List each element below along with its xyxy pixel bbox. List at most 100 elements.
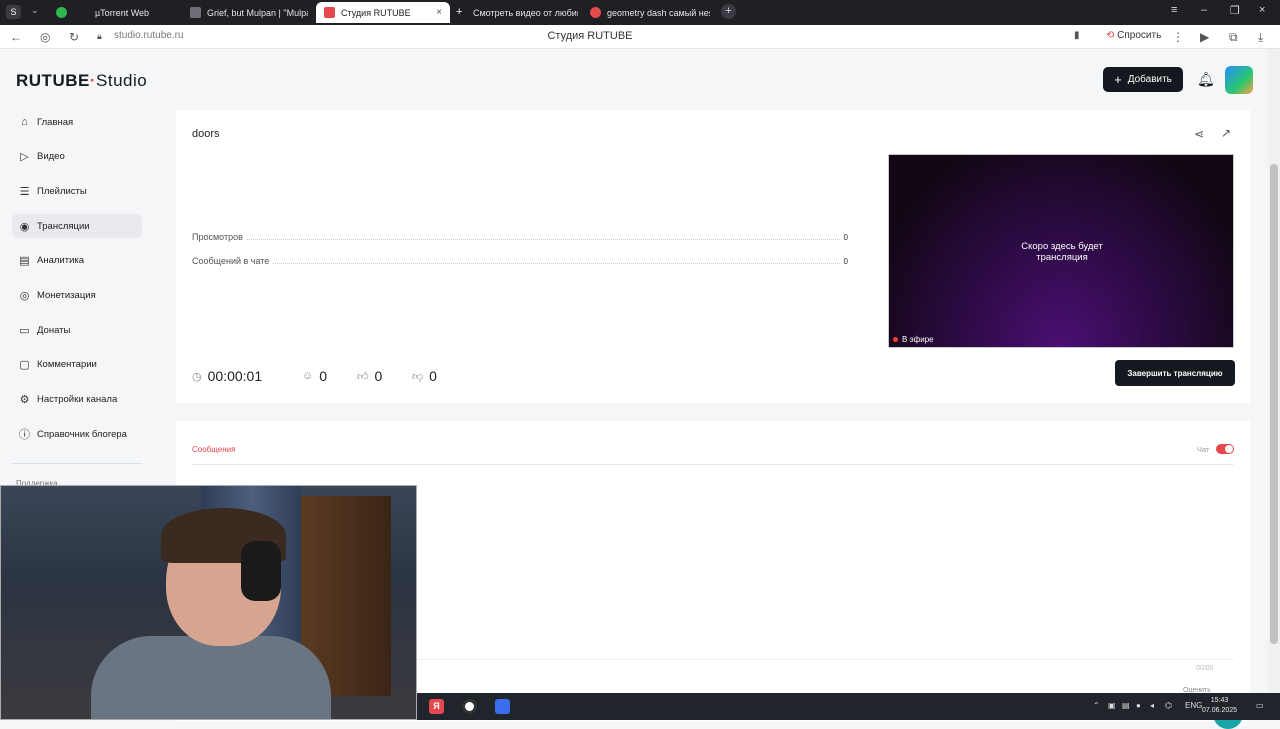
chat-toggle[interactable]: [1216, 444, 1234, 454]
video-icon: ▷: [20, 151, 29, 164]
tab-label: geometry dash самый нея: [607, 7, 710, 18]
close-window-icon[interactable]: ×: [1259, 4, 1265, 16]
tray-sound-icon[interactable]: ◂: [1150, 701, 1154, 710]
sidebar-item-label: Плейлисты: [37, 185, 87, 197]
live-label: В эфире: [902, 335, 934, 344]
browser-tab[interactable]: µTorrent Web: [56, 2, 176, 23]
notifications-bell-icon[interactable]: 🔔︎: [1197, 71, 1215, 88]
tab-label: Студия RUTUBE: [341, 7, 411, 18]
app-taskbar-icon[interactable]: [495, 699, 510, 714]
home-icon: ⌂: [21, 116, 28, 128]
open-external-icon[interactable]: ↗: [1221, 126, 1231, 140]
thumbs-down-icon: 👎︎: [412, 370, 424, 383]
new-tab-button[interactable]: +: [721, 4, 736, 19]
likes-value: 0: [374, 368, 383, 384]
stat-row-chat-messages: Сообщений в чате 0: [192, 254, 848, 266]
page-scrollbar[interactable]: [1268, 49, 1280, 693]
stat-value: 0: [843, 233, 848, 242]
viewers-value: 0: [319, 368, 328, 384]
end-stream-button[interactable]: Завершить трансляцию: [1115, 360, 1235, 386]
sidebar-item[interactable]: ▢ Комментарии: [12, 353, 142, 377]
stat-label: Сообщений в чате: [192, 256, 270, 266]
sidebar-item-label: Монетизация: [37, 290, 96, 301]
comments-icon: ▢: [19, 359, 30, 372]
stream-title: doors: [192, 128, 220, 140]
stream-card: doors ⋖ ↗ Просмотров 0 Сообщений в чате …: [176, 110, 1250, 403]
tab-favicon-icon: [590, 7, 601, 18]
sidebar-item[interactable]: ▷ Видео: [12, 145, 142, 169]
tray-storage-icon[interactable]: ▤: [1122, 701, 1130, 710]
add-button[interactable]: + Добавить: [1103, 67, 1183, 92]
viewers-icon: ☺: [302, 370, 314, 382]
char-counter: 0/200: [1196, 665, 1214, 672]
address-bar: ← ◎ ↻ 🔒︎ studio.rutube.ru Студия RUTUBE …: [0, 25, 1280, 49]
sidebar-item-label: Справочник блогера: [37, 428, 127, 440]
add-label: Добавить: [1127, 74, 1172, 85]
ask-icon: ⟲: [1106, 30, 1115, 41]
stat-row-views: Просмотров 0: [192, 230, 848, 242]
sidebar-divider: [12, 463, 142, 464]
sidebar-item[interactable]: ▭ Донаты: [12, 318, 142, 342]
tab-messages[interactable]: Сообщения: [192, 445, 235, 454]
stat-value: 0: [843, 257, 848, 266]
sidebar-item[interactable]: ☰ Плейлисты: [12, 179, 142, 203]
obs-icon[interactable]: [462, 699, 477, 714]
sidebar-item[interactable]: ⌂ Главная: [12, 110, 142, 134]
utorrent-favicon-icon: [56, 7, 67, 18]
message-input-divider: [416, 659, 1234, 660]
settings-icon: ⚙: [19, 394, 30, 407]
browser-tab[interactable]: geometry dash самый нея: [590, 2, 710, 23]
tray-mic-icon[interactable]: ●: [1136, 701, 1141, 710]
dislikes-metric: 👎︎ 0: [412, 368, 437, 384]
sidebar-item[interactable]: ◎ Монетизация: [12, 284, 142, 308]
collections-icon[interactable]: ⧉: [1229, 30, 1238, 45]
browser-tab-active[interactable]: Студия RUTUBE ×: [316, 2, 450, 23]
rutube-studio-logo[interactable]: RUTUBE·Studio: [16, 71, 147, 91]
duration-metric: ◷ 00:00:01: [192, 368, 262, 384]
taskbar-clock[interactable]: 15:43 07.06.2025: [1202, 696, 1237, 716]
browser-tab[interactable]: + Смотреть видео от любим: [456, 2, 578, 23]
clock-time: 15:43: [1210, 697, 1229, 704]
logo-main: RUTUBE: [16, 71, 90, 90]
bookmark-icon[interactable]: ▮: [1074, 30, 1080, 41]
live-dot-icon: [893, 337, 898, 342]
avatar[interactable]: [1225, 66, 1253, 94]
sidebar-item[interactable]: ⓘ Справочник блогера: [12, 422, 142, 446]
donate-icon: ▭: [19, 324, 30, 337]
tray-wifi-icon[interactable]: ⌬: [1165, 701, 1172, 710]
scrollbar-thumb[interactable]: [1270, 164, 1278, 644]
close-tab-icon[interactable]: ×: [436, 7, 442, 18]
yandex-browser-icon[interactable]: Я: [429, 699, 444, 714]
media-icon[interactable]: ▶: [1200, 30, 1209, 44]
likes-metric: 👍︎ 0: [357, 368, 382, 384]
ask-button[interactable]: ⟲ Спросить: [1106, 30, 1161, 41]
maximize-icon[interactable]: ❐: [1230, 4, 1240, 17]
sidebar-item-label: Настройки канала: [37, 394, 118, 406]
more-icon[interactable]: ⋮: [1172, 30, 1184, 44]
share-icon[interactable]: ⋖: [1194, 127, 1204, 141]
analytics-icon: ▤: [19, 255, 30, 268]
tray-network-icon[interactable]: ▣: [1108, 701, 1116, 710]
stream-preview[interactable]: Скоро здесь будет трансляция В эфире: [888, 154, 1234, 348]
browser-tab-strip: S ⌄ µTorrent Web Grief, but Mulpan | "Mu…: [0, 0, 1280, 25]
sidebar-item[interactable]: ▤ Аналитика: [12, 249, 142, 273]
notifications-tray-icon[interactable]: ▭: [1256, 701, 1264, 710]
clock-date: 07.06.2025: [1202, 707, 1238, 714]
browser-tab[interactable]: Grief, but Mulpan | "Mulpa: [190, 2, 308, 23]
rutube-favicon-icon: [324, 7, 335, 18]
preview-text-line: трансляция: [1036, 252, 1088, 263]
preview-text-line: Скоро здесь будет: [1021, 241, 1103, 252]
sidebar-item-label: Видео: [37, 151, 65, 163]
tab-label: Grief, but Mulpan | "Mulpa: [207, 7, 308, 18]
dotted-leader: [246, 239, 840, 240]
minimize-icon[interactable]: –: [1201, 4, 1207, 16]
tabs-menu-icon[interactable]: ≡: [1171, 4, 1177, 16]
browser-menu-icon[interactable]: S: [6, 5, 21, 19]
download-icon[interactable]: ⤓: [1258, 30, 1263, 45]
tab-label: µTorrent Web: [95, 7, 150, 18]
tray-language[interactable]: ENG: [1185, 701, 1202, 710]
sidebar-item[interactable]: ⚙ Настройки канала: [12, 388, 142, 412]
tab-list-chevron-icon[interactable]: ⌄: [31, 5, 39, 16]
tray-chevron-icon[interactable]: ⌃: [1093, 701, 1100, 710]
sidebar-item[interactable]: ◉ Трансляции: [12, 214, 142, 239]
